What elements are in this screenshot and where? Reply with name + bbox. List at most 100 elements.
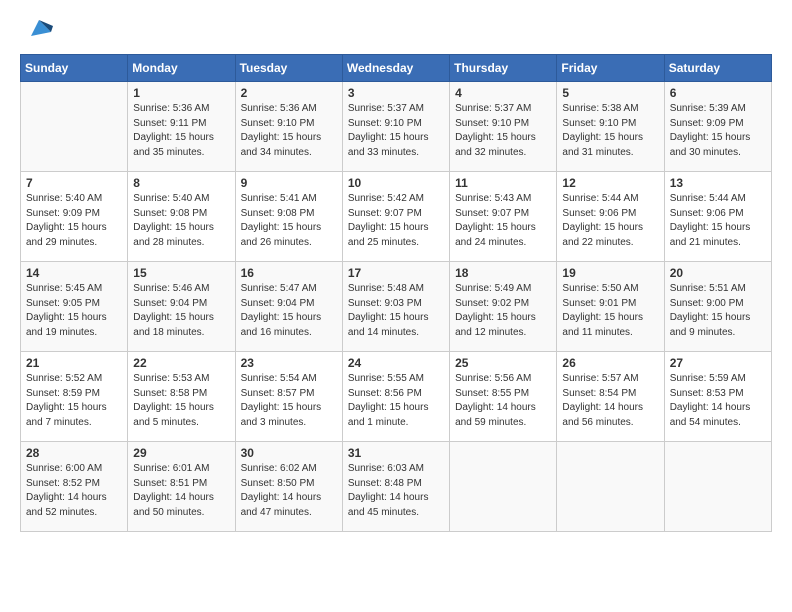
day-number: 27 xyxy=(670,356,766,370)
calendar-cell: 7Sunrise: 5:40 AM Sunset: 9:09 PM Daylig… xyxy=(21,172,128,262)
cell-content: Sunrise: 5:55 AM Sunset: 8:56 PM Dayligh… xyxy=(348,372,444,430)
cell-content: Sunrise: 5:56 AM Sunset: 8:55 PM Dayligh… xyxy=(455,372,551,430)
day-header-saturday: Saturday xyxy=(664,55,771,82)
cell-content: Sunrise: 5:53 AM Sunset: 8:58 PM Dayligh… xyxy=(133,372,229,430)
cell-content: Sunrise: 6:01 AM Sunset: 8:51 PM Dayligh… xyxy=(133,462,229,520)
cell-content: Sunrise: 5:41 AM Sunset: 9:08 PM Dayligh… xyxy=(241,192,337,250)
calendar-cell xyxy=(664,442,771,532)
calendar-cell: 1Sunrise: 5:36 AM Sunset: 9:11 PM Daylig… xyxy=(128,82,235,172)
day-number: 5 xyxy=(562,86,658,100)
day-number: 17 xyxy=(348,266,444,280)
day-number: 18 xyxy=(455,266,551,280)
day-header-wednesday: Wednesday xyxy=(342,55,449,82)
cell-content: Sunrise: 5:40 AM Sunset: 9:08 PM Dayligh… xyxy=(133,192,229,250)
calendar-cell: 26 Sunrise: 5:57 AM Sunset: 8:54 PM Dayli… xyxy=(557,352,664,442)
cell-content: Sunrise: 5:37 AM Sunset: 9:10 PM Dayligh… xyxy=(348,102,444,160)
cell-content: Sunrise: 5:40 AM Sunset: 9:09 PM Dayligh… xyxy=(26,192,122,250)
day-number: 8 xyxy=(133,176,229,190)
day-number: 2 xyxy=(241,86,337,100)
calendar-cell: 21 Sunrise: 5:52 AM Sunset: 8:59 PM Dayli… xyxy=(21,352,128,442)
calendar-week-4: 21 Sunrise: 5:52 AM Sunset: 8:59 PM Dayli… xyxy=(21,352,772,442)
day-number: 22 xyxy=(133,356,229,370)
calendar-header xyxy=(20,20,772,44)
day-number: 20 xyxy=(670,266,766,280)
calendar-cell: 13 Sunrise: 5:44 AM Sunset: 9:06 PM Dayli… xyxy=(664,172,771,262)
day-header-thursday: Thursday xyxy=(450,55,557,82)
day-number: 19 xyxy=(562,266,658,280)
day-number: 28 xyxy=(26,446,122,460)
day-header-friday: Friday xyxy=(557,55,664,82)
day-number: 31 xyxy=(348,446,444,460)
day-number: 14 xyxy=(26,266,122,280)
calendar-cell: 24 Sunrise: 5:55 AM Sunset: 8:56 PM Dayli… xyxy=(342,352,449,442)
cell-content: Sunrise: 6:00 AM Sunset: 8:52 PM Dayligh… xyxy=(26,462,122,520)
calendar-cell: 9 Sunrise: 5:41 AM Sunset: 9:08 PM Daylig… xyxy=(235,172,342,262)
cell-content: Sunrise: 5:39 AM Sunset: 9:09 PM Dayligh… xyxy=(670,102,766,160)
cell-content: Sunrise: 6:02 AM Sunset: 8:50 PM Dayligh… xyxy=(241,462,337,520)
day-number: 15 xyxy=(133,266,229,280)
calendar-cell: 5 Sunrise: 5:38 AM Sunset: 9:10 PM Daylig… xyxy=(557,82,664,172)
calendar-cell: 14 Sunrise: 5:45 AM Sunset: 9:05 PM Dayli… xyxy=(21,262,128,352)
calendar-week-3: 14 Sunrise: 5:45 AM Sunset: 9:05 PM Dayli… xyxy=(21,262,772,352)
cell-content: Sunrise: 5:54 AM Sunset: 8:57 PM Dayligh… xyxy=(241,372,337,430)
cell-content: Sunrise: 5:36 AM Sunset: 9:10 PM Dayligh… xyxy=(241,102,337,160)
cell-content: Sunrise: 5:47 AM Sunset: 9:04 PM Dayligh… xyxy=(241,282,337,340)
calendar-cell: 6 Sunrise: 5:39 AM Sunset: 9:09 PM Daylig… xyxy=(664,82,771,172)
logo-icon xyxy=(23,12,55,44)
calendar-cell: 29 Sunrise: 6:01 AM Sunset: 8:51 PM Dayli… xyxy=(128,442,235,532)
calendar-cell: 18 Sunrise: 5:49 AM Sunset: 9:02 PM Dayli… xyxy=(450,262,557,352)
calendar-cell xyxy=(557,442,664,532)
calendar-cell: 4Sunrise: 5:37 AM Sunset: 9:10 PM Daylig… xyxy=(450,82,557,172)
calendar-cell: 8 Sunrise: 5:40 AM Sunset: 9:08 PM Daylig… xyxy=(128,172,235,262)
cell-content: Sunrise: 5:45 AM Sunset: 9:05 PM Dayligh… xyxy=(26,282,122,340)
calendar-cell: 19 Sunrise: 5:50 AM Sunset: 9:01 PM Dayli… xyxy=(557,262,664,352)
day-number: 29 xyxy=(133,446,229,460)
day-number: 6 xyxy=(670,86,766,100)
cell-content: Sunrise: 5:38 AM Sunset: 9:10 PM Dayligh… xyxy=(562,102,658,160)
day-number: 16 xyxy=(241,266,337,280)
day-number: 30 xyxy=(241,446,337,460)
calendar-week-1: 1Sunrise: 5:36 AM Sunset: 9:11 PM Daylig… xyxy=(21,82,772,172)
cell-content: Sunrise: 5:59 AM Sunset: 8:53 PM Dayligh… xyxy=(670,372,766,430)
cell-content: Sunrise: 6:03 AM Sunset: 8:48 PM Dayligh… xyxy=(348,462,444,520)
calendar-cell: 2 Sunrise: 5:36 AM Sunset: 9:10 PM Daylig… xyxy=(235,82,342,172)
calendar-cell: 12Sunrise: 5:44 AM Sunset: 9:06 PM Dayli… xyxy=(557,172,664,262)
calendar-cell: 23Sunrise: 5:54 AM Sunset: 8:57 PM Dayli… xyxy=(235,352,342,442)
day-number: 21 xyxy=(26,356,122,370)
cell-content: Sunrise: 5:44 AM Sunset: 9:06 PM Dayligh… xyxy=(670,192,766,250)
calendar-cell: 11Sunrise: 5:43 AM Sunset: 9:07 PM Dayli… xyxy=(450,172,557,262)
day-number: 1 xyxy=(133,86,229,100)
calendar-cell: 20 Sunrise: 5:51 AM Sunset: 9:00 PM Dayli… xyxy=(664,262,771,352)
day-number: 26 xyxy=(562,356,658,370)
day-number: 13 xyxy=(670,176,766,190)
day-number: 12 xyxy=(562,176,658,190)
calendar-cell: 15Sunrise: 5:46 AM Sunset: 9:04 PM Dayli… xyxy=(128,262,235,352)
day-number: 25 xyxy=(455,356,551,370)
cell-content: Sunrise: 5:49 AM Sunset: 9:02 PM Dayligh… xyxy=(455,282,551,340)
calendar-cell: 31 Sunrise: 6:03 AM Sunset: 8:48 PM Dayli… xyxy=(342,442,449,532)
calendar-week-5: 28 Sunrise: 6:00 AM Sunset: 8:52 PM Dayli… xyxy=(21,442,772,532)
day-number: 10 xyxy=(348,176,444,190)
calendar-cell xyxy=(21,82,128,172)
calendar-cell: 22 Sunrise: 5:53 AM Sunset: 8:58 PM Dayli… xyxy=(128,352,235,442)
cell-content: Sunrise: 5:50 AM Sunset: 9:01 PM Dayligh… xyxy=(562,282,658,340)
cell-content: Sunrise: 5:57 AM Sunset: 8:54 PM Dayligh… xyxy=(562,372,658,430)
day-number: 3 xyxy=(348,86,444,100)
calendar-cell: 3 Sunrise: 5:37 AM Sunset: 9:10 PM Daylig… xyxy=(342,82,449,172)
calendar-cell: 27 Sunrise: 5:59 AM Sunset: 8:53 PM Dayli… xyxy=(664,352,771,442)
cell-content: Sunrise: 5:48 AM Sunset: 9:03 PM Dayligh… xyxy=(348,282,444,340)
cell-content: Sunrise: 5:51 AM Sunset: 9:00 PM Dayligh… xyxy=(670,282,766,340)
calendar-cell: 16 Sunrise: 5:47 AM Sunset: 9:04 PM Dayli… xyxy=(235,262,342,352)
calendar-cell: 28 Sunrise: 6:00 AM Sunset: 8:52 PM Dayli… xyxy=(21,442,128,532)
calendar-cell xyxy=(450,442,557,532)
day-header-tuesday: Tuesday xyxy=(235,55,342,82)
cell-content: Sunrise: 5:52 AM Sunset: 8:59 PM Dayligh… xyxy=(26,372,122,430)
calendar-cell: 30 Sunrise: 6:02 AM Sunset: 8:50 PM Dayli… xyxy=(235,442,342,532)
cell-content: Sunrise: 5:43 AM Sunset: 9:07 PM Dayligh… xyxy=(455,192,551,250)
day-number: 9 xyxy=(241,176,337,190)
calendar-cell: 17 Sunrise: 5:48 AM Sunset: 9:03 PM Dayli… xyxy=(342,262,449,352)
day-number: 24 xyxy=(348,356,444,370)
calendar-cell: 10 Sunrise: 5:42 AM Sunset: 9:07 PM Dayli… xyxy=(342,172,449,262)
calendar-week-2: 7Sunrise: 5:40 AM Sunset: 9:09 PM Daylig… xyxy=(21,172,772,262)
cell-content: Sunrise: 5:42 AM Sunset: 9:07 PM Dayligh… xyxy=(348,192,444,250)
